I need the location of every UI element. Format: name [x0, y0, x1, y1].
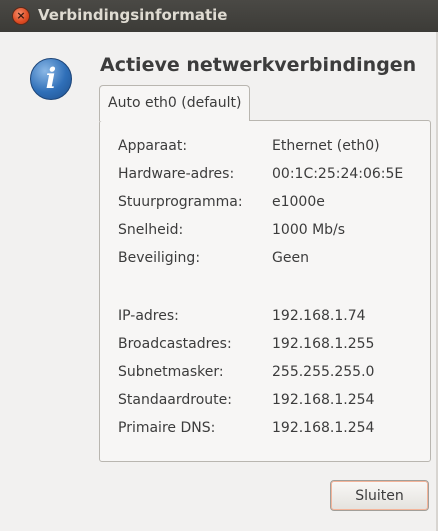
detail-value: 255.255.255.0	[272, 364, 375, 380]
detail-value: e1000e	[272, 194, 325, 210]
info-icon: i	[30, 58, 72, 100]
window-title: Verbindingsinformatie	[38, 6, 228, 24]
close-icon[interactable]: ×	[12, 7, 30, 25]
page-title: Actieve netwerkverbindingen	[100, 54, 417, 76]
detail-value: 192.168.1.255	[272, 336, 375, 352]
detail-label: Snelheid:	[118, 222, 184, 238]
detail-value: 00:1C:25:24:06:5E	[272, 166, 404, 182]
detail-value: 192.168.1.254	[272, 420, 375, 436]
detail-label: Beveiliging:	[118, 250, 201, 266]
detail-label: IP-adres:	[118, 308, 179, 324]
detail-label: Standaardroute:	[118, 392, 232, 408]
detail-label: Broadcastadres:	[118, 336, 232, 352]
title-bar: × Verbindingsinformatie	[0, 0, 438, 32]
detail-value: Ethernet (eth0)	[272, 138, 380, 154]
detail-label: Stuurprogramma:	[118, 194, 243, 210]
close-button[interactable]: Sluiten	[330, 480, 429, 511]
detail-label: Apparaat:	[118, 138, 188, 154]
detail-value: Geen	[272, 250, 309, 266]
detail-label: Hardware-adres:	[118, 166, 235, 182]
detail-label: Primaire DNS:	[118, 420, 216, 436]
detail-value: 192.168.1.254	[272, 392, 375, 408]
detail-label: Subnetmasker:	[118, 364, 224, 380]
detail-value: 192.168.1.74	[272, 308, 366, 324]
tab-auto-eth0[interactable]: Auto eth0 (default)	[99, 85, 251, 121]
detail-value: 1000 Mb/s	[272, 222, 346, 238]
